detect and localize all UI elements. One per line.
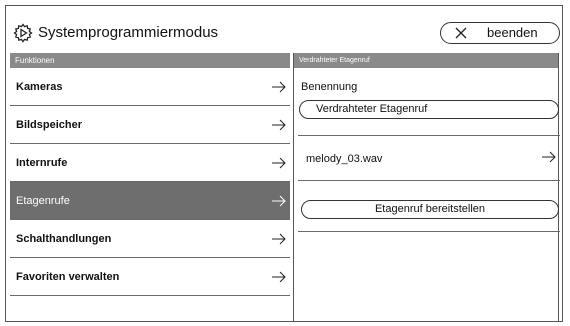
menu-item-label: Favoriten verwalten xyxy=(16,271,120,283)
app-title: Systemprogrammiermodus xyxy=(38,24,219,41)
functions-section-header: Funktionen xyxy=(10,53,290,68)
functions-panel: Funktionen Kameras Bildspeicher Internru… xyxy=(10,53,290,321)
menu-item-label: Bildspeicher xyxy=(16,119,83,131)
arrow-right-icon xyxy=(272,157,286,169)
menu-item-label: Internrufe xyxy=(16,157,68,169)
name-field-label: Benennung xyxy=(301,81,358,93)
divider xyxy=(298,231,560,232)
menu-item-label: Kameras xyxy=(16,81,63,93)
divider xyxy=(298,180,560,181)
menu-item-schalthandlungen[interactable]: Schalthandlungen xyxy=(10,220,290,258)
melody-selector[interactable]: melody_03.wav xyxy=(294,135,560,180)
menu-item-bildspeicher[interactable]: Bildspeicher xyxy=(10,106,290,144)
menu-item-internrufe[interactable]: Internrufe xyxy=(10,144,290,182)
arrow-right-icon xyxy=(272,195,286,207)
gear-icon xyxy=(13,23,33,43)
close-icon xyxy=(455,27,467,39)
menu-item-label: Etagenrufe xyxy=(16,195,70,207)
menu-item-etagenrufe[interactable]: Etagenrufe xyxy=(10,182,290,220)
menu-item-kameras[interactable]: Kameras xyxy=(10,68,290,106)
arrow-right-icon xyxy=(272,271,286,283)
arrow-right-icon xyxy=(542,151,556,163)
menu-item-favoriten-verwalten[interactable]: Favoriten verwalten xyxy=(10,258,290,296)
floor-call-panel: Verdrahteter Etagenruf Benennung Verdrah… xyxy=(293,53,560,322)
menu-item-label: Schalthandlungen xyxy=(16,233,112,245)
melody-label: melody_03.wav xyxy=(306,153,383,165)
arrow-right-icon xyxy=(272,233,286,245)
exit-button-label: beenden xyxy=(487,25,538,40)
exit-button[interactable]: beenden xyxy=(440,22,560,44)
name-input[interactable]: Verdrahteter Etagenruf xyxy=(299,100,559,119)
header-bar: Systemprogrammiermodus beenden xyxy=(6,6,562,53)
app-window: Systemprogrammiermodus beenden Funktione… xyxy=(5,5,563,322)
arrow-right-icon xyxy=(272,81,286,93)
floor-call-section-header: Verdrahteter Etagenruf xyxy=(294,53,558,68)
provide-floor-call-button[interactable]: Etagenruf bereitstellen xyxy=(301,200,559,219)
arrow-right-icon xyxy=(272,119,286,131)
